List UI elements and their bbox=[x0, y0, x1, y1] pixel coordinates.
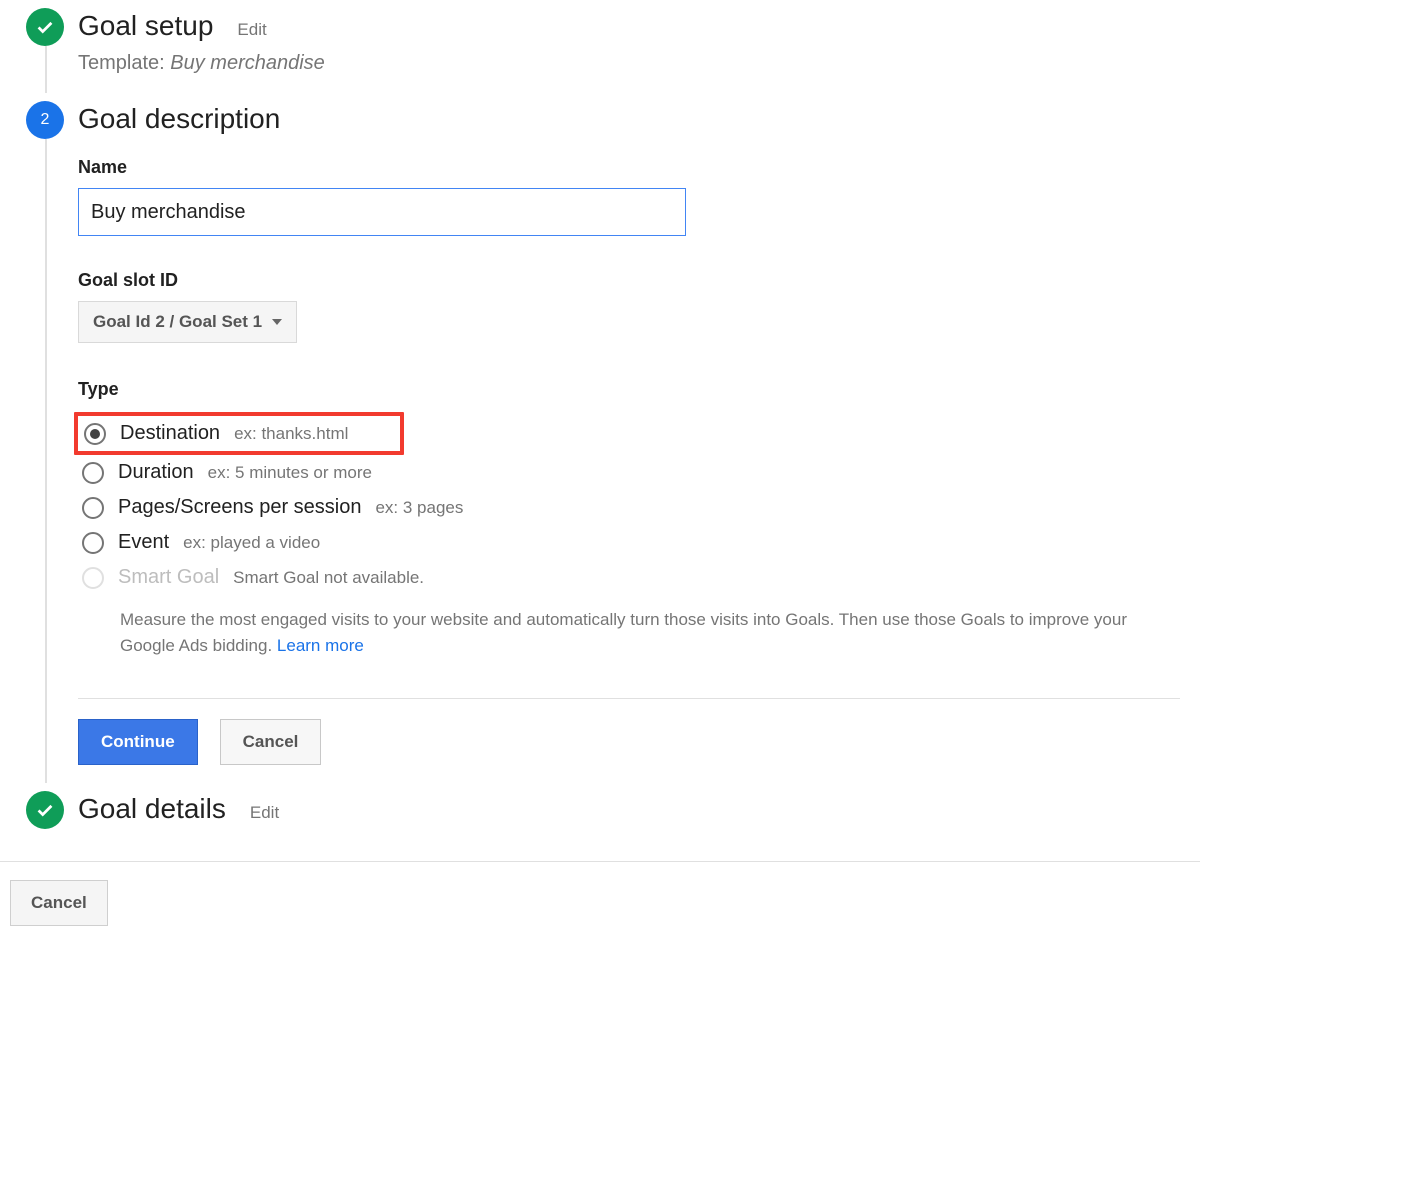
continue-button[interactable]: Continue bbox=[78, 719, 198, 765]
radio-icon[interactable] bbox=[82, 497, 104, 519]
step-goal-setup: Goal setup Edit Template: Buy merchandis… bbox=[26, 8, 1200, 75]
slot-label: Goal slot ID bbox=[78, 270, 1180, 291]
step-details-title: Goal details bbox=[78, 793, 226, 825]
radio-label: Destination bbox=[120, 422, 220, 445]
goal-name-input[interactable] bbox=[78, 188, 686, 236]
radio-hint: ex: 5 minutes or more bbox=[208, 463, 372, 483]
caret-down-icon bbox=[272, 319, 282, 325]
radio-icon[interactable] bbox=[82, 462, 104, 484]
checkmark-icon bbox=[34, 16, 56, 38]
goal-wizard: Goal setup Edit Template: Buy merchandis… bbox=[0, 0, 1200, 829]
edit-setup-link[interactable]: Edit bbox=[237, 20, 266, 40]
name-label: Name bbox=[78, 157, 1180, 178]
section-divider bbox=[78, 698, 1180, 699]
radio-label: Pages/Screens per session bbox=[118, 496, 361, 519]
radio-icon[interactable] bbox=[82, 532, 104, 554]
type-option-smart: Smart Goal Smart Goal not available. bbox=[78, 560, 1180, 595]
step-goal-description: 2 Goal description Name Goal slot ID Goa… bbox=[26, 101, 1200, 765]
radio-label: Smart Goal bbox=[118, 566, 219, 589]
radio-hint: ex: thanks.html bbox=[234, 424, 348, 444]
step-action-row: Continue Cancel bbox=[78, 719, 1180, 765]
template-prefix: Template: bbox=[78, 52, 170, 74]
radio-icon bbox=[82, 567, 104, 589]
type-label: Type bbox=[78, 379, 1180, 400]
step-badge-complete-icon bbox=[26, 8, 64, 46]
radio-hint: ex: played a video bbox=[183, 533, 320, 553]
step-badge-number-icon: 2 bbox=[26, 101, 64, 139]
type-option-duration[interactable]: Duration ex: 5 minutes or more bbox=[78, 455, 1180, 490]
smart-goal-description: Measure the most engaged visits to your … bbox=[120, 607, 1170, 658]
radio-hint: Smart Goal not available. bbox=[233, 568, 424, 588]
step-setup-title: Goal setup bbox=[78, 10, 213, 42]
smart-desc-text: Measure the most engaged visits to your … bbox=[120, 610, 1127, 655]
edit-details-link[interactable]: Edit bbox=[250, 803, 279, 823]
type-option-pages[interactable]: Pages/Screens per session ex: 3 pages bbox=[78, 490, 1180, 525]
step-badge-complete-icon bbox=[26, 791, 64, 829]
connector-line bbox=[45, 139, 47, 783]
checkmark-icon bbox=[34, 799, 56, 821]
template-name: Buy merchandise bbox=[170, 52, 325, 74]
radio-icon[interactable] bbox=[84, 423, 106, 445]
footer-divider bbox=[0, 861, 1200, 862]
goal-slot-dropdown[interactable]: Goal Id 2 / Goal Set 1 bbox=[78, 301, 297, 343]
cancel-wizard-button[interactable]: Cancel bbox=[10, 880, 108, 926]
radio-hint: ex: 3 pages bbox=[375, 498, 463, 518]
cancel-step-button[interactable]: Cancel bbox=[220, 719, 322, 765]
radio-label: Event bbox=[118, 531, 169, 554]
connector-line bbox=[45, 46, 47, 93]
step-number: 2 bbox=[41, 111, 50, 129]
template-row: Template: Buy merchandise bbox=[78, 52, 1180, 75]
step-description-title: Goal description bbox=[78, 103, 280, 135]
type-option-event[interactable]: Event ex: played a video bbox=[78, 525, 1180, 560]
type-option-destination[interactable]: Destination ex: thanks.html bbox=[74, 412, 404, 455]
learn-more-link[interactable]: Learn more bbox=[277, 636, 364, 655]
step-goal-details: Goal details Edit bbox=[26, 791, 1200, 829]
goal-slot-value: Goal Id 2 / Goal Set 1 bbox=[93, 312, 262, 332]
type-radio-group: Destination ex: thanks.html Duration ex:… bbox=[78, 412, 1180, 658]
radio-label: Duration bbox=[118, 461, 194, 484]
